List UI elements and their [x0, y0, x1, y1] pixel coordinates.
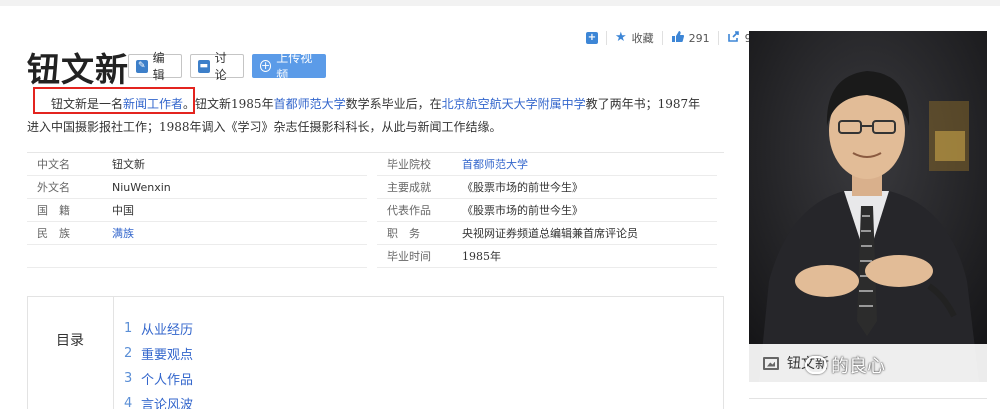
info-key: 主要成就 — [387, 181, 431, 194]
pencil-icon: ✎ — [136, 59, 148, 73]
discuss-button[interactable]: ▬ 讨论 — [190, 51, 244, 82]
favorite-label: 收藏 — [631, 32, 654, 45]
edit-label: 编辑 — [152, 51, 165, 82]
info-row: 外文名 NiuWenxin — [27, 176, 367, 199]
info-key: 职 务 — [387, 227, 420, 240]
info-value: 中国 — [112, 204, 134, 217]
info-value: 钮文新 — [112, 158, 145, 171]
info-row: 主要成就 《股票市场的前世今生》 — [377, 176, 717, 199]
info-key: 民 族 — [37, 227, 70, 240]
toc-number: 1 — [124, 321, 133, 336]
info-key: 毕业时间 — [387, 250, 431, 263]
info-row: 国 籍 中国 — [27, 199, 367, 222]
toc-item[interactable]: 4 言论风波 — [124, 391, 193, 409]
watermark: 的良心 — [805, 352, 885, 378]
info-column-right: 毕业院校 首都师范大学 主要成就 《股票市场的前世今生》 代表作品 《股票市场的… — [377, 153, 717, 268]
discuss-label: 讨论 — [214, 51, 227, 82]
info-key: 国 籍 — [37, 204, 70, 217]
info-row: 民 族 满族 — [27, 222, 367, 245]
summary-text: 。钮文新1985年 — [183, 97, 274, 111]
portrait-illustration — [749, 31, 987, 382]
link-buaa-school[interactable]: 北京航空航天大学附属中学 — [442, 97, 586, 111]
toc-header: 目录 — [28, 297, 114, 409]
edit-button[interactable]: ✎ 编辑 — [128, 51, 182, 82]
toc-text: 言论风波 — [141, 398, 194, 409]
info-key: 中文名 — [37, 158, 70, 171]
table-of-contents: 目录 1 从业经历 2 重要观点 3 个人作品 4 言论风波 — [27, 296, 724, 409]
like-count: 291 — [688, 31, 710, 45]
plus-icon: + — [586, 32, 598, 44]
share-action[interactable]: 9 — [719, 30, 752, 47]
info-value: 央视网证券频道总编辑兼首席评论员 — [462, 227, 638, 240]
watermark-text: 的良心 — [831, 356, 885, 377]
toc-item[interactable]: 2 重要观点 — [124, 341, 193, 366]
upload-label: 上传视频 — [276, 51, 313, 82]
sidebar-divider — [749, 398, 987, 399]
toc-number: 3 — [124, 371, 133, 386]
like-action[interactable]: 291 — [663, 30, 719, 47]
info-value: 《股票市场的前世今生》 — [462, 204, 583, 217]
page-title: 钮文新 — [27, 50, 129, 89]
toc-item[interactable]: 3 个人作品 — [124, 366, 193, 391]
info-value-link[interactable]: 首都师范大学 — [462, 156, 528, 172]
info-key: 毕业院校 — [387, 158, 431, 171]
toc-item[interactable]: 1 从业经历 — [124, 316, 193, 341]
info-value: 1985年 — [462, 250, 501, 263]
toc-text: 个人作品 — [141, 373, 194, 388]
action-bar: + ★ 收藏 291 9 — [578, 29, 752, 47]
toc-text: 重要观点 — [141, 348, 194, 363]
link-cnu[interactable]: 首都师范大学 — [274, 97, 346, 111]
portrait-photo[interactable] — [749, 31, 987, 382]
basic-info-table: 中文名 钮文新 外文名 NiuWenxin 国 籍 中国 民 族 满族 毕业院校… — [27, 152, 724, 268]
top-divider — [0, 0, 1000, 6]
add-action[interactable]: + — [578, 31, 607, 45]
info-value: NiuWenxin — [112, 180, 171, 194]
wechat-icon — [805, 356, 827, 374]
summary-text: 教了两年书；1987年 — [585, 97, 701, 111]
summary-line-2: 进入中国摄影报社工作；1988年调入《学习》杂志任摄影科科长，从此与新闻工作结缘… — [27, 120, 502, 134]
info-value-link[interactable]: 满族 — [112, 225, 134, 241]
plus-circle-icon: + — [260, 59, 272, 72]
share-icon — [727, 30, 740, 47]
info-key: 代表作品 — [387, 204, 431, 217]
info-key: 外文名 — [37, 181, 70, 194]
info-row: 毕业院校 首都师范大学 — [377, 153, 717, 176]
toc-number: 2 — [124, 346, 133, 361]
image-icon — [763, 356, 779, 370]
summary-text: 数学系毕业后，在 — [345, 97, 442, 111]
info-value: 《股票市场的前世今生》 — [462, 181, 583, 194]
info-row: 中文名 钮文新 — [27, 153, 367, 176]
thumbs-up-icon — [671, 30, 684, 47]
star-icon: ★ — [615, 30, 627, 45]
chat-icon: ▬ — [198, 59, 210, 73]
toc-label: 目录 — [56, 333, 84, 349]
favorite-action[interactable]: ★ 收藏 — [607, 31, 663, 45]
info-row: 毕业时间 1985年 — [377, 245, 717, 268]
info-row: 职 务 央视网证券频道总编辑兼首席评论员 — [377, 222, 717, 245]
toc-text: 从业经历 — [141, 323, 194, 338]
info-column-left: 中文名 钮文新 外文名 NiuWenxin 国 籍 中国 民 族 满族 — [27, 153, 367, 268]
toc-list: 1 从业经历 2 重要观点 3 个人作品 4 言论风波 — [124, 316, 193, 409]
info-row: 代表作品 《股票市场的前世今生》 — [377, 199, 717, 222]
info-row-empty — [27, 245, 367, 268]
toc-number: 4 — [124, 396, 133, 409]
highlight-box — [33, 87, 195, 114]
upload-video-button[interactable]: + 上传视频 — [252, 51, 326, 82]
